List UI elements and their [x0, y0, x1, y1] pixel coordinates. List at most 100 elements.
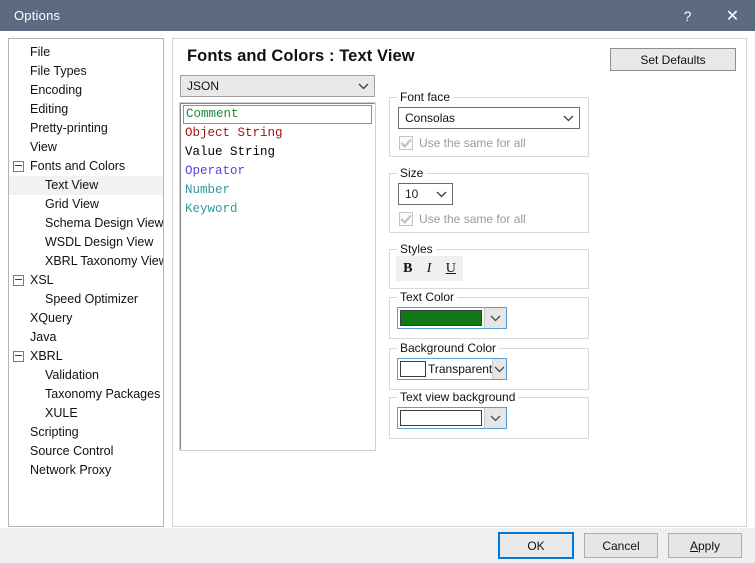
options-dialog: Options ? ✕ FileFile TypesEncodingEditin… — [0, 0, 755, 536]
text-view-background-swatch — [400, 410, 482, 426]
token-list-item[interactable]: Operator — [182, 162, 373, 181]
background-color-value: Transparent — [428, 359, 492, 379]
sidebar-item-fonts-and-colors[interactable]: Fonts and Colors — [9, 157, 163, 176]
collapse-icon[interactable] — [13, 275, 24, 286]
size-group: Size 10 Use the same for all — [389, 173, 589, 233]
close-icon[interactable]: ✕ — [710, 0, 755, 31]
sidebar-item-label: Fonts and Colors — [30, 157, 125, 176]
options-tree-list: FileFile TypesEncodingEditingPretty-prin… — [9, 39, 163, 480]
styles-legend: Styles — [397, 242, 436, 256]
sidebar-item-encoding[interactable]: Encoding — [9, 81, 163, 100]
chevron-down-icon[interactable] — [484, 308, 506, 328]
text-view-background-legend: Text view background — [397, 390, 518, 404]
size-same-for-all-row[interactable]: Use the same for all — [399, 212, 526, 226]
language-combo-value: JSON — [187, 79, 352, 93]
background-color-picker[interactable]: Transparent — [397, 358, 507, 380]
background-color-swatch-wrap — [398, 359, 428, 379]
sidebar-item-file[interactable]: File — [9, 43, 163, 62]
text-color-picker[interactable] — [397, 307, 507, 329]
sidebar-item-label: Speed Optimizer — [45, 290, 138, 309]
checkbox-icon[interactable] — [399, 136, 413, 150]
sidebar-item-xbrl-taxonomy-view[interactable]: XBRL Taxonomy View — [9, 252, 163, 271]
ok-button[interactable]: OK — [498, 532, 574, 559]
italic-button[interactable]: I — [425, 261, 434, 277]
apply-button[interactable]: Apply — [668, 533, 742, 558]
font-face-same-for-all-row[interactable]: Use the same for all — [399, 136, 526, 150]
token-list-item-label: Value String — [185, 145, 275, 159]
help-icon[interactable]: ? — [665, 0, 710, 31]
sidebar-item-file-types[interactable]: File Types — [9, 62, 163, 81]
collapse-icon[interactable] — [13, 351, 24, 362]
cancel-button[interactable]: Cancel — [584, 533, 658, 558]
sidebar-item-network-proxy[interactable]: Network Proxy — [9, 461, 163, 480]
sidebar-item-validation[interactable]: Validation — [9, 366, 163, 385]
sidebar-item-label: View — [30, 138, 57, 157]
sidebar-item-label: XBRL Taxonomy View — [45, 252, 164, 271]
bold-button[interactable]: B — [401, 261, 414, 277]
settings-pane: Fonts and Colors : Text View JSON Commen… — [172, 38, 747, 527]
size-value: 10 — [405, 187, 430, 201]
text-color-swatch-wrap — [398, 308, 484, 328]
sidebar-item-view[interactable]: View — [9, 138, 163, 157]
sidebar-item-label: Text View — [45, 176, 98, 195]
token-list-item[interactable]: Object String — [182, 124, 373, 143]
font-face-same-for-all-label: Use the same for all — [419, 136, 526, 150]
sidebar-item-pretty-printing[interactable]: Pretty-printing — [9, 119, 163, 138]
window-title: Options — [0, 8, 60, 23]
sidebar-item-label: XULE — [45, 404, 78, 423]
sidebar-item-editing[interactable]: Editing — [9, 100, 163, 119]
title-bar: Options ? ✕ — [0, 0, 755, 31]
sidebar-item-scripting[interactable]: Scripting — [9, 423, 163, 442]
text-color-legend: Text Color — [397, 290, 457, 304]
chevron-down-icon — [430, 184, 452, 204]
sidebar-item-label: Editing — [30, 100, 68, 119]
options-tree[interactable]: FileFile TypesEncodingEditingPretty-prin… — [8, 38, 164, 527]
checkbox-icon[interactable] — [399, 212, 413, 226]
sidebar-item-label: File Types — [30, 62, 87, 81]
font-face-combo[interactable]: Consolas — [398, 107, 580, 129]
sidebar-item-java[interactable]: Java — [9, 328, 163, 347]
sidebar-item-xbrl[interactable]: XBRL — [9, 347, 163, 366]
sidebar-item-xsl[interactable]: XSL — [9, 271, 163, 290]
set-defaults-button[interactable]: Set Defaults — [610, 48, 736, 71]
background-color-group: Background Color Transparent — [389, 348, 589, 390]
dialog-body: FileFile TypesEncodingEditingPretty-prin… — [0, 31, 755, 527]
sidebar-item-schema-design-view[interactable]: Schema Design View — [9, 214, 163, 233]
token-list-item[interactable]: Comment — [183, 105, 372, 124]
sidebar-item-wsdl-design-view[interactable]: WSDL Design View — [9, 233, 163, 252]
sidebar-item-label: Java — [30, 328, 56, 347]
token-list[interactable]: Comment Object String Value String Operator… — [180, 103, 375, 450]
sidebar-item-label: File — [30, 43, 50, 62]
sidebar-item-label: XSL — [30, 271, 54, 290]
styles-toolbar: B I U — [396, 256, 463, 281]
language-combo[interactable]: JSON — [180, 75, 375, 97]
sidebar-item-speed-optimizer[interactable]: Speed Optimizer — [9, 290, 163, 309]
collapse-icon[interactable] — [13, 161, 24, 172]
token-list-item[interactable]: Value String — [182, 143, 373, 162]
text-color-group: Text Color — [389, 297, 589, 339]
styles-group: Styles B I U — [389, 249, 589, 289]
sidebar-item-xquery[interactable]: XQuery — [9, 309, 163, 328]
apply-button-accel: A — [690, 539, 698, 553]
page-title: Fonts and Colors : Text View — [187, 47, 415, 66]
chevron-down-icon[interactable] — [492, 359, 506, 379]
text-view-background-swatch-wrap — [398, 408, 484, 428]
background-color-legend: Background Color — [397, 341, 499, 355]
sidebar-item-xule[interactable]: XULE — [9, 404, 163, 423]
sidebar-item-label: XQuery — [30, 309, 72, 328]
sidebar-item-text-view[interactable]: Text View — [9, 176, 163, 195]
sidebar-item-source-control[interactable]: Source Control — [9, 442, 163, 461]
token-list-item-label: Object String — [185, 126, 283, 140]
text-view-background-picker[interactable] — [397, 407, 507, 429]
dialog-footer: OK Cancel Apply — [0, 527, 755, 563]
sidebar-item-grid-view[interactable]: Grid View — [9, 195, 163, 214]
chevron-down-icon[interactable] — [484, 408, 506, 428]
underline-button[interactable]: U — [444, 261, 458, 277]
token-list-item[interactable]: Number — [182, 181, 373, 200]
text-color-swatch — [400, 310, 482, 326]
token-list-item[interactable]: Keyword — [182, 200, 373, 219]
size-combo[interactable]: 10 — [398, 183, 453, 205]
sidebar-item-taxonomy-packages[interactable]: Taxonomy Packages — [9, 385, 163, 404]
sidebar-item-label: Pretty-printing — [30, 119, 108, 138]
apply-button-rest: pply — [698, 539, 720, 553]
